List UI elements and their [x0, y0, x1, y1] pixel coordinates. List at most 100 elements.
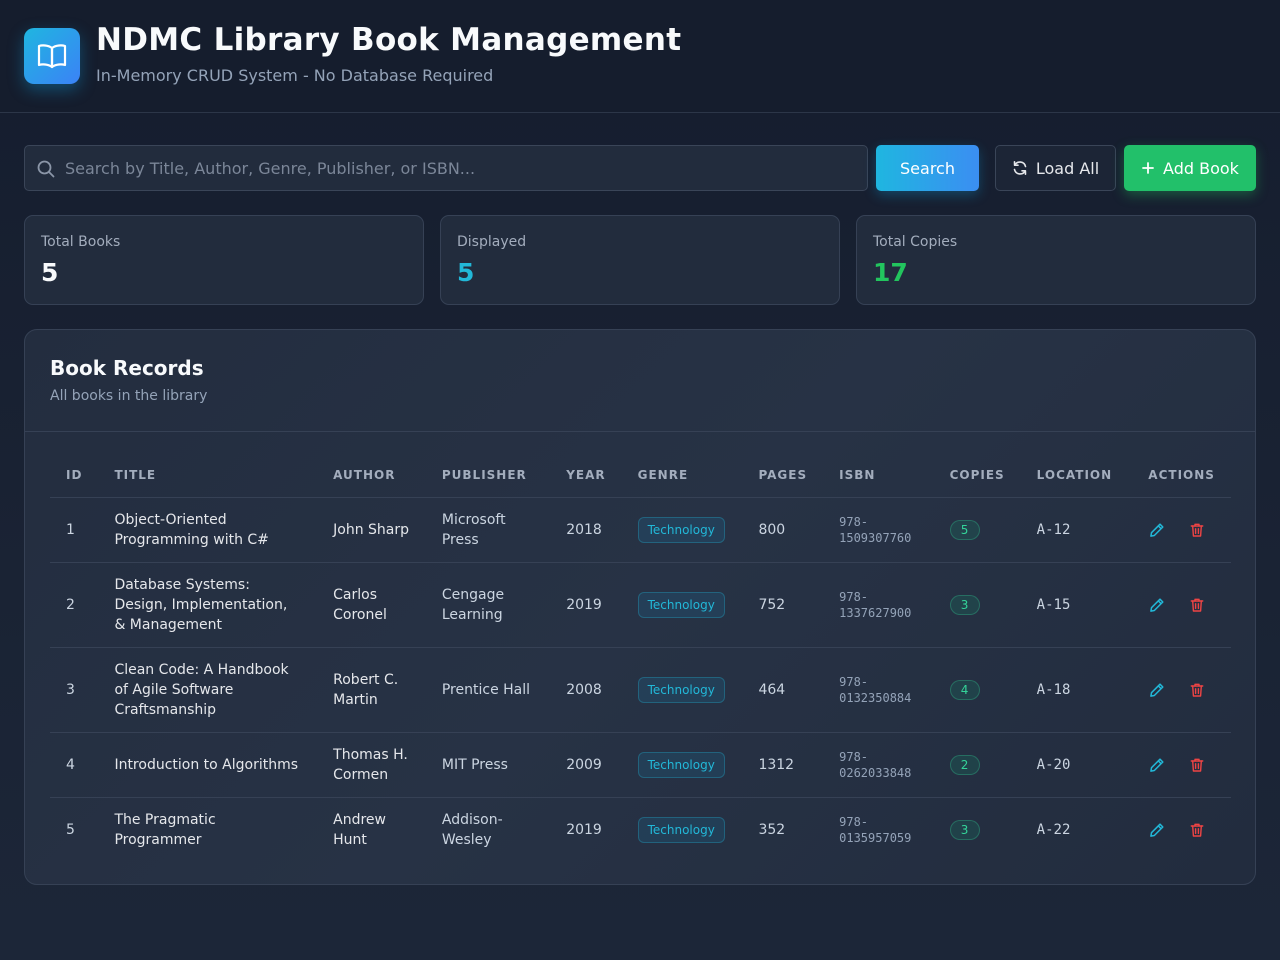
cell-copies: 2 — [933, 732, 1021, 798]
cell-id: 1 — [50, 497, 99, 563]
stat-value: 5 — [457, 258, 475, 287]
stat-value: 17 — [873, 258, 908, 287]
stats-row: Total Books 5 Displayed 5 Total Copies 1… — [24, 215, 1256, 305]
open-book-icon — [24, 28, 80, 84]
stat-value: 5 — [41, 258, 59, 287]
cell-pages: 752 — [742, 562, 824, 648]
column-header-title[interactable]: TITLE — [98, 454, 318, 498]
cell-publisher: Microsoft Press — [425, 497, 551, 563]
cell-isbn: 978-0132350884 — [823, 647, 934, 733]
cell-author: Andrew Hunt — [333, 811, 386, 848]
cell-pages: 464 — [742, 647, 824, 733]
books-table: ID TITLE AUTHOR PUBLISHER YEAR GENRE PAG… — [50, 454, 1231, 862]
copies-badge: 2 — [949, 754, 980, 775]
cell-isbn: 978-0262033848 — [823, 732, 934, 798]
cell-title: Clean Code: A Handbook of Agile Software… — [98, 647, 318, 733]
cell-actions — [1132, 647, 1231, 733]
table-row: 5 The Pragmatic Programmer Andrew Hunt A… — [50, 797, 1231, 862]
cell-publisher: Addison-Wesley — [441, 811, 503, 848]
cell-isbn: 978-1337627900 — [823, 562, 934, 648]
trash-icon[interactable] — [1189, 522, 1205, 538]
cell-author: John Sharp — [317, 497, 426, 563]
cell-id: 5 — [66, 821, 75, 838]
panel-subtitle: All books in the library — [50, 388, 208, 404]
cell-pages: 352 — [758, 821, 786, 838]
refresh-icon — [1012, 160, 1028, 176]
stat-label: Total Copies — [873, 234, 958, 250]
cell-publisher: MIT Press — [425, 732, 551, 798]
search-box — [24, 145, 868, 191]
copies-badge: 4 — [949, 679, 980, 700]
cell-year: 2018 — [550, 497, 622, 563]
cell-year: 2009 — [550, 732, 622, 798]
cell-publisher: Cengage Learning — [425, 562, 551, 648]
cell-author: Thomas H. Cormen — [317, 732, 426, 798]
app-header: NDMC Library Book Management In-Memory C… — [0, 0, 1280, 113]
trash-icon[interactable] — [1189, 597, 1205, 613]
toolbar: Search Load All Add Book — [24, 145, 1256, 191]
genre-badge: Technology — [637, 751, 725, 778]
cell-id: 4 — [50, 732, 99, 798]
cell-isbn: 978-1509307760 — [823, 497, 934, 563]
app-subtitle: In-Memory CRUD System - No Database Requ… — [96, 66, 494, 85]
column-header-copies[interactable]: COPIES — [933, 454, 1021, 498]
divider — [25, 431, 1255, 432]
cell-genre: Technology — [622, 797, 743, 862]
copies-badge: 3 — [949, 594, 980, 615]
cell-year: 2008 — [550, 647, 622, 733]
column-header-year[interactable]: YEAR — [550, 454, 622, 498]
cell-year: 2019 — [566, 821, 602, 838]
cell-pages: 1312 — [742, 732, 824, 798]
column-header-author[interactable]: AUTHOR — [317, 454, 426, 498]
cell-copies: 5 — [933, 497, 1021, 563]
stat-card-total-copies: Total Copies 17 — [856, 215, 1256, 305]
trash-icon[interactable] — [1189, 682, 1205, 698]
genre-badge: Technology — [637, 816, 725, 843]
table-row: 3 Clean Code: A Handbook of Agile Softwa… — [50, 647, 1231, 733]
plus-icon — [1141, 161, 1155, 175]
cell-publisher: Prentice Hall — [425, 647, 551, 733]
column-header-location[interactable]: LOCATION — [1020, 454, 1133, 498]
stat-label: Total Books — [41, 234, 121, 250]
cell-isbn: 978-0135957059 — [839, 814, 912, 845]
pencil-icon[interactable] — [1149, 597, 1165, 613]
panel-title: Book Records — [50, 356, 204, 380]
book-records-panel: Book Records All books in the library ID… — [24, 329, 1256, 885]
table-row: 4 Introduction to Algorithms Thomas H. C… — [50, 732, 1231, 798]
cell-year: 2019 — [550, 562, 622, 648]
stat-label: Displayed — [457, 234, 527, 250]
cell-id: 2 — [50, 562, 99, 648]
cell-title: Introduction to Algorithms — [98, 732, 318, 798]
cell-copies: 3 — [934, 797, 1021, 862]
search-button[interactable]: Search — [876, 145, 979, 191]
column-header-publisher[interactable]: PUBLISHER — [425, 454, 551, 498]
cell-copies: 3 — [933, 562, 1021, 648]
column-header-actions: ACTIONS — [1132, 454, 1231, 498]
cell-id: 3 — [50, 647, 99, 733]
search-icon — [37, 160, 55, 182]
column-header-isbn[interactable]: ISBN — [823, 454, 934, 498]
column-header-pages[interactable]: PAGES — [742, 454, 824, 498]
pencil-icon[interactable] — [1149, 682, 1165, 698]
pencil-icon[interactable] — [1149, 522, 1165, 538]
genre-badge: Technology — [637, 591, 725, 618]
pencil-icon[interactable] — [1149, 757, 1165, 773]
search-input[interactable] — [65, 146, 855, 190]
pencil-icon[interactable] — [1149, 822, 1165, 838]
column-header-id[interactable]: ID — [50, 454, 99, 498]
cell-actions — [1132, 797, 1231, 862]
copies-badge: 3 — [949, 819, 980, 840]
genre-badge: Technology — [637, 676, 725, 703]
stat-card-total-books: Total Books 5 — [24, 215, 424, 305]
column-header-genre[interactable]: GENRE — [621, 454, 743, 498]
trash-icon[interactable] — [1189, 822, 1205, 838]
cell-actions — [1132, 732, 1231, 798]
cell-location: A-22 — [1036, 821, 1071, 838]
app-title: NDMC Library Book Management — [96, 22, 682, 58]
load-all-button[interactable]: Load All — [995, 145, 1116, 191]
trash-icon[interactable] — [1189, 757, 1205, 773]
cell-copies: 4 — [933, 647, 1021, 733]
add-book-button[interactable]: Add Book — [1124, 145, 1256, 191]
cell-genre: Technology — [621, 497, 743, 563]
cell-author: Carlos Coronel — [317, 562, 426, 648]
